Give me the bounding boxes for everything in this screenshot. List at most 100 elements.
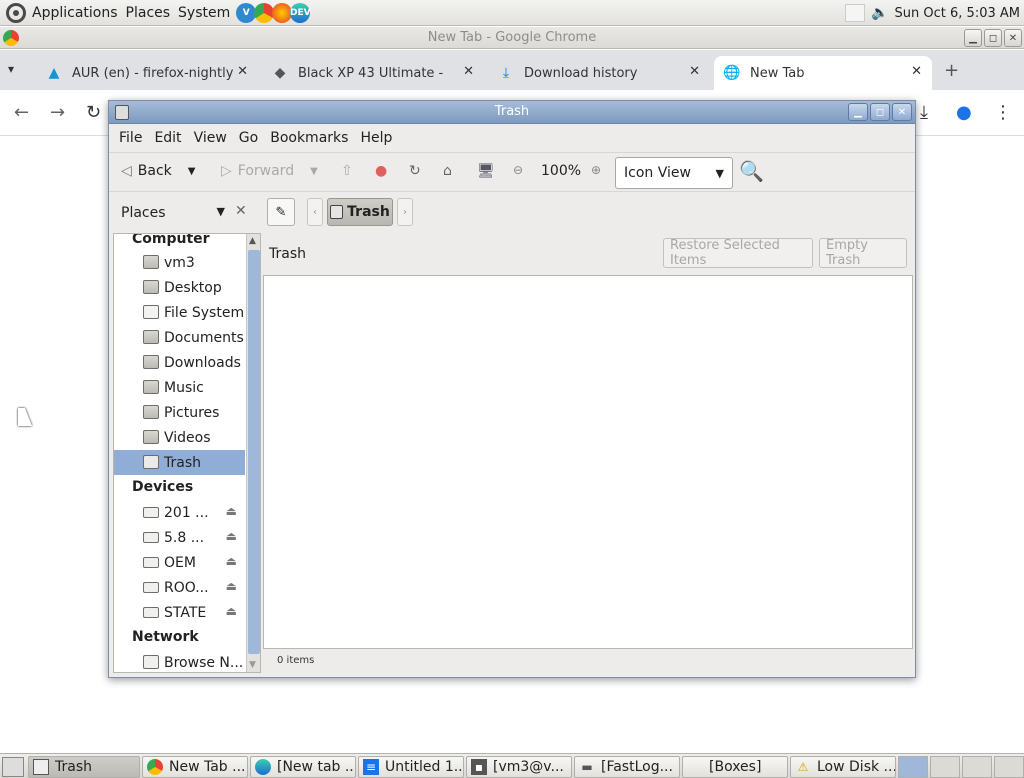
view-mode-select[interactable]: Icon View ▼: [615, 157, 733, 189]
blackxp-icon: ◆: [274, 65, 286, 81]
eject-icon[interactable]: ⏏: [226, 579, 237, 593]
workspace-4[interactable]: [994, 756, 1024, 778]
workspace-3[interactable]: [962, 756, 992, 778]
sidebar-item-device[interactable]: OEM ⏏: [114, 550, 245, 575]
stop-icon[interactable]: ●: [375, 163, 387, 179]
sidebar-item-downloads[interactable]: Downloads: [114, 350, 245, 375]
sidebar-item-device[interactable]: STATE ⏏: [114, 600, 245, 625]
zoom-out-icon[interactable]: ⊖: [513, 163, 523, 177]
close-icon[interactable]: ✕: [237, 64, 248, 79]
maximize-button[interactable]: ◻: [984, 29, 1002, 47]
tab-search-icon[interactable]: ▾: [8, 62, 14, 76]
volume-icon[interactable]: 🔈: [871, 5, 888, 21]
sidebar-item-file-system[interactable]: File System: [114, 300, 245, 325]
sidebar-item-documents[interactable]: Documents: [114, 325, 245, 350]
menu-help[interactable]: Help: [360, 130, 392, 146]
close-icon[interactable]: ✕: [463, 64, 474, 79]
restore-selected-button[interactable]: Restore Selected Items: [663, 238, 813, 268]
sidebar-item-music[interactable]: Music: [114, 375, 245, 400]
back-button[interactable]: ◁ Back ▼: [121, 163, 195, 179]
back-history-dropdown-icon[interactable]: ▼: [188, 166, 196, 177]
up-icon[interactable]: ⇧: [341, 163, 353, 179]
taskbar-item-fastlog[interactable]: ▬ [FastLog...: [574, 756, 680, 778]
taskbar-item-terminal[interactable]: ▪ [vm3@v...: [466, 756, 572, 778]
sidebar-item-browse-network[interactable]: Browse N...: [114, 650, 245, 672]
sidebar-scrollbar[interactable]: ▲ ▼: [246, 234, 260, 672]
scroll-down-icon[interactable]: ▼: [249, 660, 256, 670]
back-arrow-icon[interactable]: ←: [14, 102, 29, 123]
search-icon[interactable]: 🔍: [739, 159, 764, 183]
reload-icon[interactable]: ↻: [409, 163, 421, 179]
empty-trash-button[interactable]: Empty Trash: [819, 238, 907, 268]
tab-new-tab[interactable]: 🌐 New Tab ✕: [714, 56, 932, 90]
eject-icon[interactable]: ⏏: [226, 554, 237, 568]
close-icon[interactable]: ✕: [689, 64, 700, 79]
network-icon[interactable]: [845, 4, 866, 22]
tab-aur[interactable]: ▲ AUR (en) - firefox-nightly ✕: [36, 56, 258, 90]
home-icon[interactable]: ⌂: [443, 163, 452, 179]
close-button[interactable]: ✕: [1004, 29, 1022, 47]
computer-icon[interactable]: 🖥: [477, 163, 495, 179]
forward-history-dropdown-icon[interactable]: ▼: [310, 166, 318, 177]
clock[interactable]: Sun Oct 6, 5:03 AM: [895, 6, 1020, 21]
vscode-launcher-icon[interactable]: V: [236, 2, 257, 23]
forward-arrow-icon[interactable]: →: [50, 102, 65, 123]
eject-icon[interactable]: ⏏: [226, 604, 237, 618]
breadcrumb-left-arrow[interactable]: ‹: [307, 198, 323, 226]
taskbar-item-boxes[interactable]: [Boxes]: [682, 756, 788, 778]
tab-blackxp[interactable]: ◆ Black XP 43 Ultimate - Cru ✕: [262, 56, 484, 90]
sidebar-item-vm3[interactable]: vm3: [114, 250, 245, 275]
minimize-button[interactable]: ▁: [848, 103, 868, 121]
sidebar-item-videos[interactable]: Videos: [114, 425, 245, 450]
taskbar-item-document[interactable]: ≡ Untitled 1....: [358, 756, 464, 778]
taskbar-item-edge[interactable]: [New tab ...: [250, 756, 356, 778]
sidebar-item-device[interactable]: 201 ... ⏏: [114, 500, 245, 525]
scroll-up-icon[interactable]: ▲: [249, 236, 256, 246]
pencil-icon: ✎: [275, 204, 287, 220]
sidebar-item-device[interactable]: ROO... ⏏: [114, 575, 245, 600]
forward-button[interactable]: ▷ Forward ▼: [221, 163, 318, 179]
menu-go[interactable]: Go: [239, 130, 258, 146]
eject-icon[interactable]: ⏏: [226, 529, 237, 543]
file-view-area[interactable]: [263, 275, 913, 649]
reload-icon[interactable]: ↻: [86, 102, 101, 123]
new-tab-button[interactable]: +: [944, 60, 959, 81]
taskbar-label: Untitled 1....: [385, 759, 464, 775]
menu-file[interactable]: File: [119, 130, 142, 146]
taskbar-item-trash[interactable]: Trash: [28, 756, 140, 778]
tab-download-history[interactable]: ⤓ Download history ✕: [488, 56, 710, 90]
edit-location-button[interactable]: ✎: [267, 198, 295, 226]
downloads-icon[interactable]: ⤓: [920, 102, 928, 123]
chrome-launcher-icon[interactable]: [254, 2, 275, 23]
sidebar-item-trash[interactable]: Trash: [114, 450, 245, 475]
applications-menu[interactable]: Applications: [32, 5, 118, 21]
breadcrumb-right-arrow[interactable]: ›: [397, 198, 413, 226]
breadcrumb-trash-button[interactable]: Trash: [327, 198, 393, 226]
menu-view[interactable]: View: [194, 130, 227, 146]
workspace-1[interactable]: [898, 756, 928, 778]
sidebar-item-device[interactable]: 5.8 ... ⏏: [114, 525, 245, 550]
eject-icon[interactable]: ⏏: [226, 504, 237, 518]
menu-bookmarks[interactable]: Bookmarks: [270, 130, 348, 146]
close-icon[interactable]: ✕: [911, 64, 922, 79]
zoom-in-icon[interactable]: ⊕: [591, 163, 601, 177]
profile-icon[interactable]: ●: [956, 102, 972, 123]
sidebar-selector[interactable]: Places ▼: [115, 201, 225, 225]
workspace-2[interactable]: [930, 756, 960, 778]
maximize-button[interactable]: ◻: [870, 103, 890, 121]
taskbar-item-low-disk[interactable]: ⚠ Low Disk ...: [790, 756, 896, 778]
sidebar-item-desktop[interactable]: Desktop: [114, 275, 245, 300]
sidebar-item-pictures[interactable]: Pictures: [114, 400, 245, 425]
distro-logo-icon[interactable]: [6, 2, 26, 23]
taskbar-item-chrome[interactable]: New Tab ...: [142, 756, 248, 778]
menu-kebab-icon[interactable]: ⋮: [994, 102, 1012, 123]
close-button[interactable]: ✕: [892, 103, 912, 121]
show-desktop-icon[interactable]: [2, 757, 24, 777]
scrollbar-thumb[interactable]: [248, 250, 260, 654]
places-menu[interactable]: Places: [126, 5, 171, 21]
close-sidebar-icon[interactable]: ✕: [235, 203, 247, 219]
menu-edit[interactable]: Edit: [154, 130, 181, 146]
edge-dev-launcher-icon[interactable]: DEV: [290, 2, 311, 23]
system-menu[interactable]: System: [178, 5, 230, 21]
minimize-button[interactable]: ▁: [964, 29, 982, 47]
